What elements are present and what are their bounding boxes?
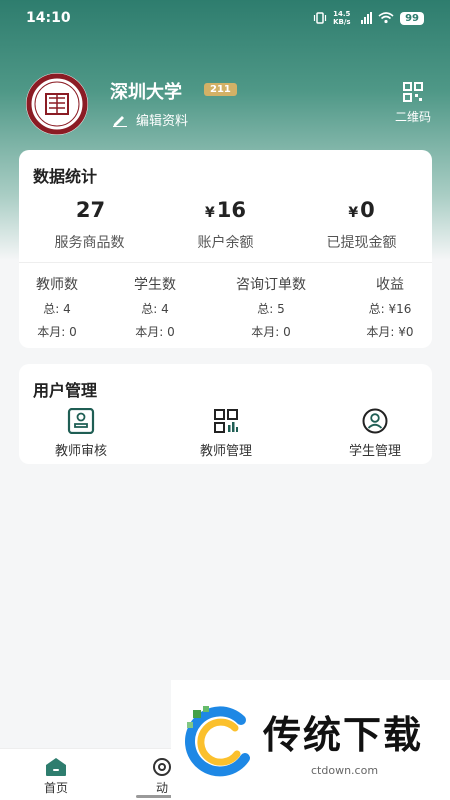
pencil-icon: [113, 115, 127, 127]
order-count-stat: 咨询订单数 总: 5 本月: 0: [221, 274, 321, 340]
teacher-manage-label: 教师管理: [199, 444, 252, 459]
watermark-url: ctdown.com: [311, 764, 379, 777]
income-total: 总: ¥16: [368, 302, 412, 316]
vibrate-icon: [313, 12, 327, 24]
student-manage-button[interactable]: 学生管理: [315, 408, 435, 459]
student-count-month: 本月: 0: [135, 325, 175, 339]
student-count-stat: 学生数 总: 4 本月: 0: [125, 274, 185, 340]
income-month: 本月: ¥0: [366, 325, 414, 339]
battery-icon: 99: [400, 11, 424, 25]
watermark-text: 传统下载: [263, 713, 424, 757]
teacher-count-head: 教师数: [36, 277, 78, 293]
qr-code-button[interactable]: 二维码: [388, 82, 438, 125]
teacher-manage-button[interactable]: 教师管理: [166, 408, 286, 459]
teacher-review-icon: [67, 408, 95, 434]
watermark-overlay: 传统下载 ctdown.com: [171, 680, 450, 800]
student-manage-icon: [362, 408, 388, 434]
withdrawn-label: 已提现金额: [326, 235, 397, 251]
service-count-label: 服务商品数: [54, 235, 125, 251]
tab-home[interactable]: 首页: [26, 757, 86, 796]
withdrawn-value: 0: [360, 198, 375, 222]
wifi-icon: [378, 12, 394, 24]
teacher-count-month: 本月: 0: [37, 325, 77, 339]
status-bar: 14:10 14.5 KB/s 99: [0, 0, 450, 36]
school-name: 深圳大学: [110, 82, 182, 103]
teacher-review-button[interactable]: 教师审核: [21, 408, 141, 459]
watermark-logo-icon: [185, 706, 250, 777]
stats-divider: [19, 262, 432, 263]
qr-code-label: 二维码: [394, 110, 431, 124]
withdrawn-currency: ¥: [348, 205, 359, 221]
user-mgmt-title: 用户管理: [33, 381, 98, 400]
income-stat: 收益 总: ¥16 本月: ¥0: [355, 274, 425, 340]
home-icon: [46, 758, 66, 776]
status-icons: 14.5 KB/s 99: [313, 10, 424, 26]
student-count-total: 总: 4: [141, 302, 169, 316]
order-count-head: 咨询订单数: [236, 277, 306, 293]
service-count-stat: 27 服务商品数: [21, 198, 158, 252]
tab-dynamic-label: 动: [155, 781, 168, 795]
teacher-manage-icon: [214, 409, 238, 433]
teacher-review-label: 教师审核: [54, 444, 107, 459]
tab-home-label: 首页: [43, 781, 68, 795]
edit-profile-link[interactable]: 编辑资料: [112, 110, 188, 129]
order-count-total: 总: 5: [257, 302, 285, 316]
order-count-month: 本月: 0: [251, 325, 291, 339]
balance-currency: ¥: [205, 205, 215, 221]
student-count-head: 学生数: [134, 277, 176, 293]
user-management-card: 用户管理 教师审核 教师管理 学生管理: [19, 364, 432, 464]
profile-header: 深圳大学 211 编辑资料 二维码: [18, 72, 438, 136]
balance-stat: ¥16 账户余额: [157, 198, 294, 252]
qr-code-icon: [403, 82, 423, 102]
service-count-value: 27: [75, 198, 106, 222]
net-speed: 14.5 KB/s: [333, 10, 351, 26]
status-time: 14:10: [26, 10, 71, 26]
teacher-count-stat: 教师数 总: 4 本月: 0: [27, 274, 87, 340]
rank-badge: 211: [204, 83, 237, 96]
home-indicator: [136, 795, 176, 798]
student-manage-label: 学生管理: [348, 444, 401, 459]
income-head: 收益: [376, 277, 404, 293]
stats-title: 数据统计: [33, 167, 98, 186]
data-stats-card: 数据统计 27 服务商品数 ¥16 账户余额 ¥0 已提现金额 教师数 总: 4…: [19, 150, 432, 348]
university-logo-icon[interactable]: [18, 72, 96, 136]
balance-label: 账户余额: [197, 235, 254, 251]
balance-value: 16: [216, 198, 246, 222]
edit-profile-label: 编辑资料: [136, 114, 189, 129]
teacher-count-total: 总: 4: [43, 302, 71, 316]
signal-icon: [361, 12, 373, 24]
withdrawn-stat: ¥0 已提现金额: [293, 198, 430, 252]
